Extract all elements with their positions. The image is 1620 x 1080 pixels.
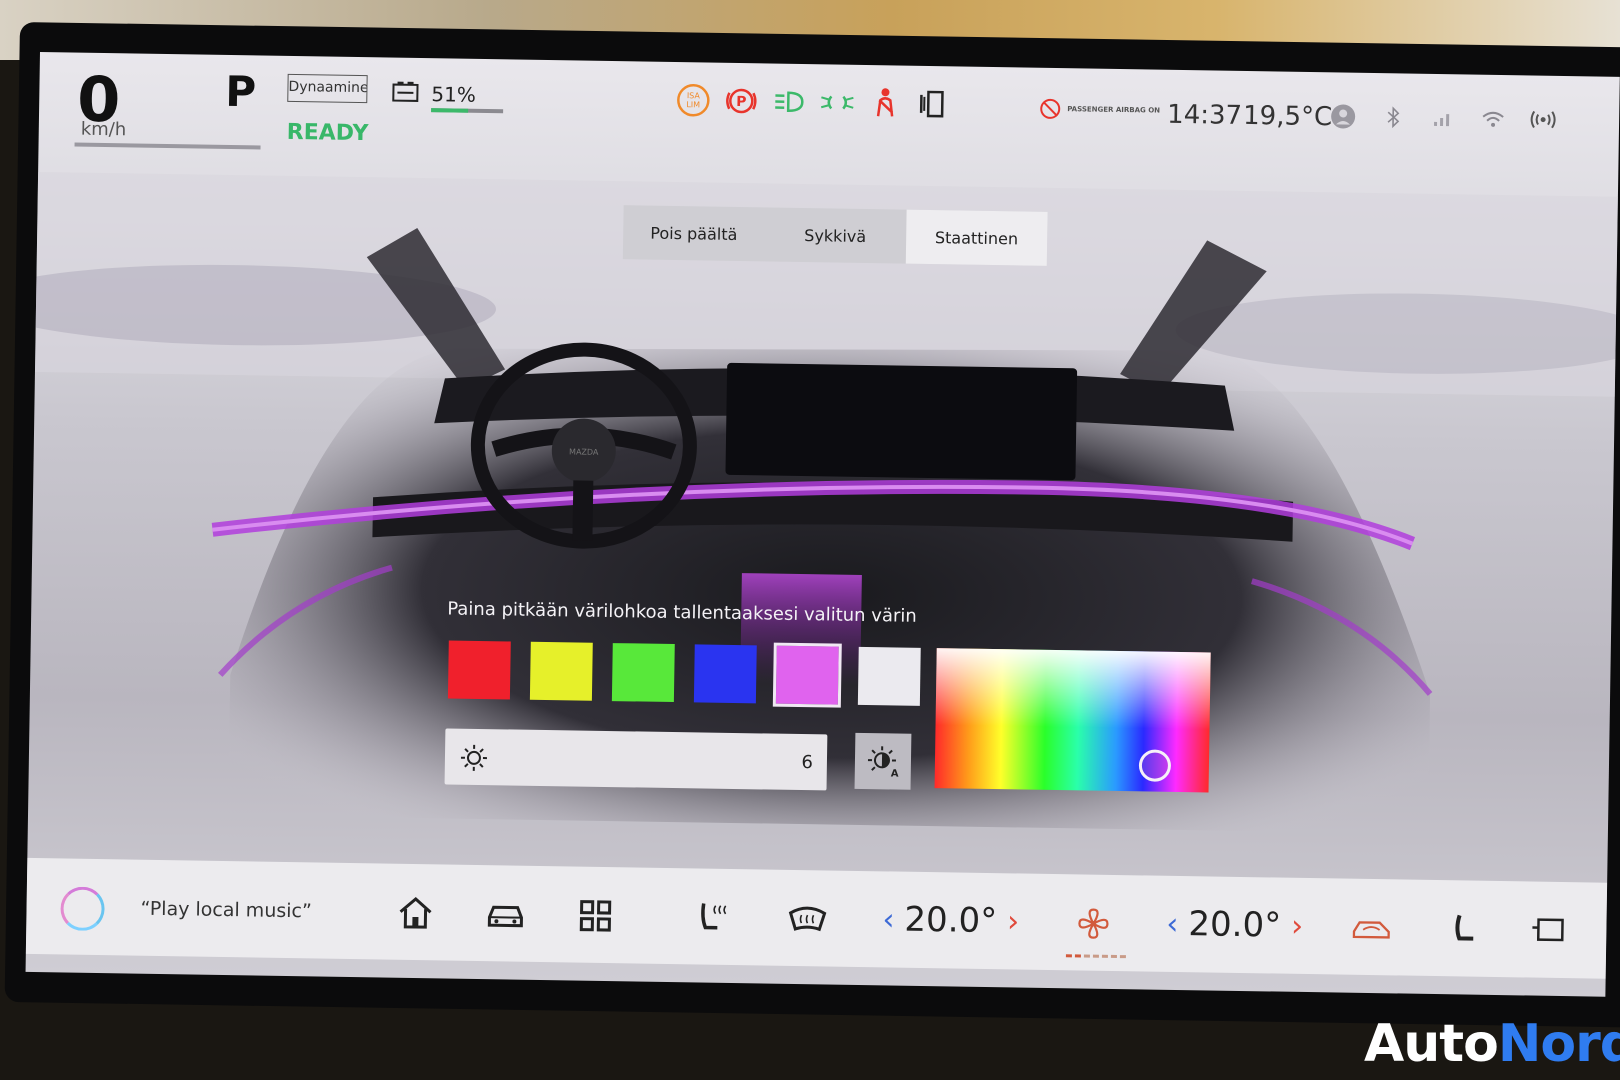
fan-level-step [1065,954,1072,958]
fan-level-step [1074,954,1081,958]
car-icon [487,905,523,928]
svg-text:A: A [891,768,899,778]
seat-heat-icon [701,903,727,930]
watermark-nord: Nord [1497,1014,1620,1074]
cellular-signal-icon [1429,104,1457,132]
home-icon [399,897,432,929]
voice-suggestion[interactable]: “Play local music” [140,898,312,923]
driver-temp-up[interactable]: › [1007,904,1020,939]
outside-temperature: 19,5°C [1242,100,1333,133]
more-controls-button[interactable] [1526,909,1569,952]
lighting-mode-tabs: Pois päältä Sykkivä Staattinen [622,205,1048,266]
bluetooth-icon [1379,103,1407,131]
seatbelt-icon [867,85,904,122]
isa-lim-icon: ISA LIM [675,82,712,119]
passenger-seat-button[interactable] [1444,908,1487,951]
seat-heating-button[interactable] [692,896,735,939]
passenger-temperature-control: ‹ 20.0° › [1166,904,1303,946]
passenger-temp-down[interactable]: ‹ [1166,906,1179,941]
fan-level-indicator [1065,954,1126,959]
passenger-airbag-indicator: PASSENGER AIRBAG ON [1039,98,1160,122]
swatch-red[interactable] [447,640,511,700]
fan-level-step [1083,954,1090,958]
windshield-defrost-icon [788,906,827,932]
air-recirculation-icon [1352,921,1390,939]
swatch-magenta[interactable] [772,642,842,708]
auto-brightness-button[interactable]: A [854,732,912,790]
vehicle-button[interactable] [484,893,527,936]
swatch-green[interactable] [611,643,675,703]
clock: 14:37 [1166,99,1243,131]
fan-level-step [1092,954,1099,958]
battery-icon [392,81,419,102]
apps-button[interactable] [574,895,617,938]
seat-icon [1455,914,1474,941]
svg-text:ISA: ISA [687,91,701,100]
airbag-label: PASSENGER AIRBAG ON [1067,104,1161,115]
driver-temp-value: 20.0° [904,899,998,942]
wifi-icon [1479,105,1507,133]
voice-assistant-icon[interactable] [60,886,105,932]
swatch-white[interactable] [857,646,921,706]
svg-text:LIM: LIM [686,100,700,109]
parking-brake-icon: P [723,83,760,120]
recirculation-button[interactable] [1350,907,1393,950]
infotainment-screen: MAZDA 0 km/h P Dynaaminen READY 51% ISA L… [25,52,1620,997]
autonord-watermark: AutoNord [1364,1014,1620,1074]
warning-lights: ISA LIM P [675,82,952,122]
ready-status: READY [286,119,369,147]
headlight-icon [771,83,808,120]
speed-unit: km/h [80,118,127,141]
defrost-button[interactable] [786,898,829,941]
brightness-icon [460,744,487,771]
fan-level-step [1101,954,1108,958]
fan-icon [1078,908,1109,939]
fan-level-step [1119,955,1126,959]
apps-grid-icon [579,900,612,932]
passenger-temp-value: 20.0° [1188,904,1282,946]
drive-mode-badge[interactable]: Dynaaminen [287,73,368,104]
tab-off[interactable]: Pois päältä [623,205,765,261]
fan-level-step [1110,954,1117,959]
driver-temp-down[interactable]: ‹ [882,902,895,937]
battery-level-fill [431,108,468,113]
car-interior-illustration: MAZDA [25,171,1620,834]
passenger-temp-up[interactable]: › [1291,908,1304,943]
swatch-yellow[interactable] [529,641,593,701]
rear-defrost-icon [1532,918,1564,942]
fan-button[interactable] [1072,902,1115,945]
status-icons [1329,102,1557,134]
tab-pulsing[interactable]: Sykkivä [764,207,906,263]
battery-percent: 51% [431,82,477,107]
gear-indicator: P [225,66,257,117]
tab-static[interactable]: Staattinen [905,209,1048,266]
brightness-slider[interactable]: 6 [444,728,828,791]
brightness-value: 6 [801,752,814,774]
home-button[interactable] [394,892,437,935]
color-swatches [447,640,921,708]
door-open-icon [915,86,952,123]
auto-brightness-icon: A [867,746,899,779]
airbag-icon [1040,98,1061,119]
watermark-auto: Auto [1364,1014,1499,1074]
driver-temperature-control: ‹ 20.0° › [882,899,1019,941]
swatch-blue[interactable] [693,644,757,704]
svg-text:MAZDA: MAZDA [569,447,599,456]
connectivity-icon [1529,105,1557,133]
parking-lights-icon [819,84,856,121]
svg-text:P: P [736,94,747,110]
user-profile-icon[interactable] [1329,102,1357,130]
